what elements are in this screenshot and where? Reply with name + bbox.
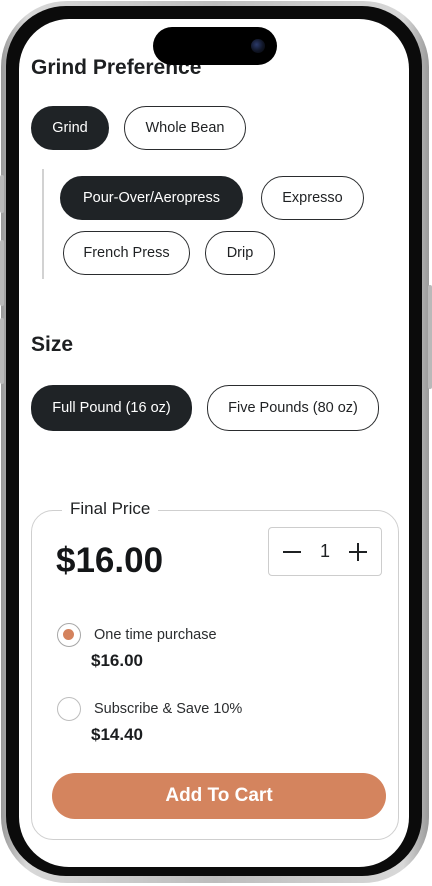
increment-button[interactable] (348, 542, 367, 561)
price-card: Final Price $16.00 1 One time purchase $… (31, 499, 399, 840)
subscribe-radio[interactable] (57, 697, 81, 721)
add-to-cart-button[interactable]: Add To Cart (52, 773, 386, 819)
size-five-pounds[interactable]: Five Pounds (80 oz) (207, 385, 379, 431)
option-whole-bean[interactable]: Whole Bean (124, 106, 246, 150)
quantity-value[interactable]: 1 (320, 541, 330, 562)
volume-down-button (0, 318, 4, 384)
grind-method-divider (42, 169, 44, 279)
size-full-pound[interactable]: Full Pound (16 oz) (31, 385, 192, 431)
method-french-press[interactable]: French Press (63, 231, 190, 275)
one-time-price: $16.00 (91, 651, 143, 670)
action-button (0, 175, 4, 213)
subscribe-label[interactable]: Subscribe & Save 10% (94, 701, 242, 717)
size-title: Size (31, 333, 74, 356)
final-price-value: $16.00 (56, 541, 164, 580)
app-screen: Grind Preference Grind Whole Bean Pour-O… (19, 19, 409, 867)
camera-icon (251, 39, 265, 53)
decrement-button[interactable] (283, 543, 301, 561)
one-time-label[interactable]: One time purchase (94, 627, 217, 643)
quantity-stepper: 1 (268, 527, 382, 576)
minus-icon (283, 550, 301, 553)
method-pour-over-aeropress[interactable]: Pour-Over/Aeropress (60, 176, 243, 220)
method-expresso[interactable]: Expresso (261, 176, 364, 220)
dynamic-island (153, 27, 277, 65)
method-drip[interactable]: Drip (205, 231, 275, 275)
subscribe-price: $14.40 (91, 725, 143, 744)
volume-up-button (0, 240, 4, 306)
option-grind[interactable]: Grind (31, 106, 109, 150)
final-price-label: Final Price (62, 499, 159, 519)
one-time-radio[interactable] (57, 623, 81, 647)
power-button (428, 285, 432, 389)
